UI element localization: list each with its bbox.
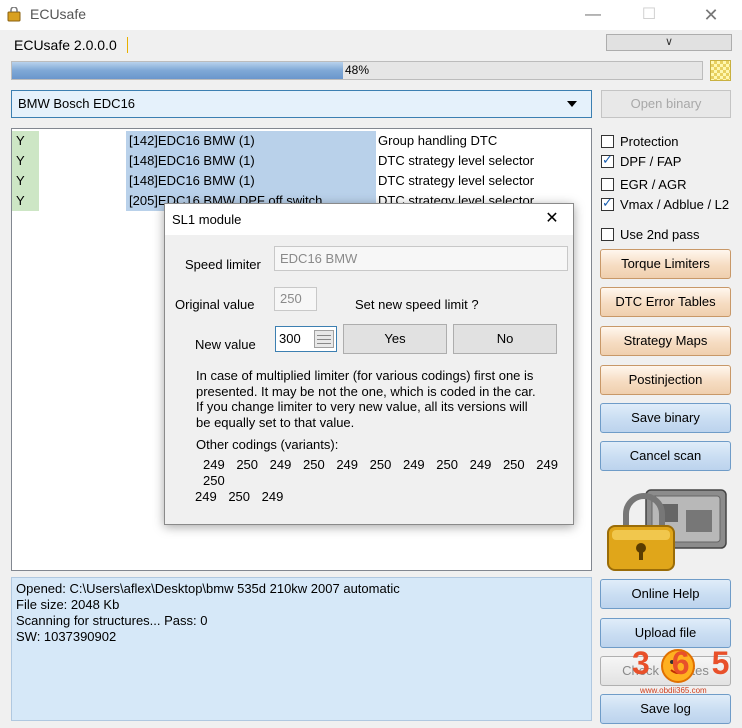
speed-limiter-field[interactable]: EDC16 BMW [274, 246, 568, 271]
cancel-scan-button[interactable]: Cancel scan [600, 441, 731, 471]
version-label: ECUsafe 2.0.0.0 [14, 37, 117, 53]
variant-value: 249 [402, 457, 425, 472]
dtc-flag: Y [12, 131, 39, 151]
checker-icon[interactable] [710, 60, 731, 81]
variant-value: 250 [436, 457, 458, 472]
variant-value: 249 [336, 457, 359, 472]
info-line: In case of multiplied limiter (for vario… [196, 368, 534, 383]
variant-value: 250 [502, 457, 525, 472]
dropdown-arrow-icon [567, 101, 577, 107]
dtc-description: Group handling DTC [378, 133, 498, 148]
variant-value: 249 [195, 489, 217, 504]
watermark-logo: 365 www.obdii365.com [626, 640, 729, 702]
speed-limiter-label: Speed limiter [185, 257, 261, 272]
dtc-code: [142]EDC16 BMW (1) [126, 131, 376, 151]
scan-progress-bar: 48% [11, 61, 703, 80]
checkbox[interactable] [601, 178, 614, 191]
online-help-button[interactable]: Online Help [600, 579, 731, 609]
info-text: In case of multiplied limiter (for vario… [196, 368, 566, 430]
variant-value: 249 [261, 489, 284, 504]
variant-value: 250 [203, 473, 225, 488]
dtc-flag: Y [12, 151, 39, 171]
variants-list: 249 250 249 250 249 250 249 250 249 250 … [195, 457, 565, 505]
checkmark-icon: ✓ [602, 152, 613, 167]
dtc-flag: Y [12, 171, 39, 191]
log-panel: Opened: C:\Users\aflex\Desktop\bmw 535d … [11, 577, 592, 721]
no-button[interactable]: No [453, 324, 557, 354]
dialog-close-button[interactable]: ✕ [537, 208, 567, 230]
dtc-description: DTC strategy level selector [378, 153, 535, 168]
divider [127, 37, 128, 53]
minimize-button[interactable]: — [570, 0, 616, 30]
menu-dropdown[interactable]: ∨ [606, 34, 732, 51]
info-line: If you change limiter to very new value,… [196, 399, 528, 414]
app-icon [7, 7, 21, 22]
dialog-title-bar: SL1 module ✕ [165, 204, 573, 235]
dtc-flag: Y [12, 191, 39, 211]
checkbox[interactable] [601, 135, 614, 148]
spinner-icon[interactable] [314, 330, 334, 348]
yes-button[interactable]: Yes [343, 324, 447, 354]
variant-value: 249 [203, 457, 225, 472]
new-value-label: New value [195, 337, 256, 352]
checkbox[interactable] [601, 228, 614, 241]
variant-value: 250 [302, 457, 325, 472]
info-line: presented. It may be not the one, which … [196, 383, 536, 399]
watermark-url: www.obdii365.com [640, 686, 707, 695]
variant-value: 250 [236, 457, 259, 472]
option-label: EGR / AGR [620, 177, 687, 192]
postinjection-button[interactable]: Postinjection [600, 365, 731, 395]
option-label: Vmax / Adblue / L2 [620, 197, 730, 212]
log-line-file-size: File size: 2048 Kb [16, 597, 120, 612]
variant-value: 250 [228, 489, 251, 504]
dtc-description: DTC strategy level selector [378, 173, 535, 188]
original-value-field[interactable]: 250 [274, 287, 317, 311]
new-value-stepper[interactable]: 300 [275, 326, 337, 352]
open-binary-button[interactable]: Open binary [601, 90, 731, 118]
original-value-label: Original value [175, 297, 255, 312]
list-item[interactable]: Y [148]EDC16 BMW (1) DTC strategy level … [12, 171, 591, 191]
close-button[interactable]: ✕ [688, 0, 734, 30]
window-title: ECUsafe [30, 6, 87, 22]
strategy-maps-button[interactable]: Strategy Maps [600, 326, 731, 356]
progress-label: 48% [344, 63, 370, 77]
ecu-select[interactable]: BMW Bosch EDC16 [11, 90, 592, 118]
checkmark-icon: ✓ [602, 195, 613, 210]
speed-limit-prompt: Set new speed limit ? [355, 297, 479, 312]
save-binary-button[interactable]: Save binary [600, 403, 731, 433]
option-label: DPF / FAP [620, 154, 682, 169]
maximize-button[interactable]: ☐ [626, 0, 672, 30]
list-item[interactable]: Y [142]EDC16 BMW (1) Group handling DTC [12, 131, 591, 151]
title-bar: ECUsafe — ☐ ✕ [0, 0, 742, 30]
variant-value: 249 [536, 457, 558, 472]
variant-value: 249 [269, 457, 292, 472]
sl1-module-dialog: SL1 module ✕ Speed limiter EDC16 BMW Ori… [164, 203, 574, 525]
padlock-ecu-icon [607, 489, 727, 571]
info-line: be equally set to that value. [196, 414, 355, 430]
torque-limiters-button[interactable]: Torque Limiters [600, 249, 731, 279]
log-line-scanning: Scanning for structures... Pass: 0 [16, 613, 208, 628]
option-label: Use 2nd pass [620, 227, 700, 242]
ecu-select-value: BMW Bosch EDC16 [18, 96, 136, 111]
variant-value: 249 [469, 457, 492, 472]
watermark-number: 365 [632, 645, 742, 681]
new-value-text: 300 [279, 331, 301, 346]
variant-value: 250 [369, 457, 392, 472]
other-codings-label: Other codings (variants): [196, 437, 339, 452]
checkbox[interactable]: ✓ [601, 152, 614, 168]
option-label: Protection [620, 134, 679, 149]
dtc-code: [148]EDC16 BMW (1) [126, 151, 376, 171]
dtc-code: [148]EDC16 BMW (1) [126, 171, 376, 191]
checkbox[interactable]: ✓ [601, 195, 614, 211]
dialog-title: SL1 module [172, 212, 242, 227]
list-item[interactable]: Y [148]EDC16 BMW (1) DTC strategy level … [12, 151, 591, 171]
dtc-error-tables-button[interactable]: DTC Error Tables [600, 287, 731, 317]
log-line-sw: SW: 1037390902 [16, 629, 117, 644]
log-line-opened: Opened: C:\Users\aflex\Desktop\bmw 535d … [16, 581, 400, 596]
